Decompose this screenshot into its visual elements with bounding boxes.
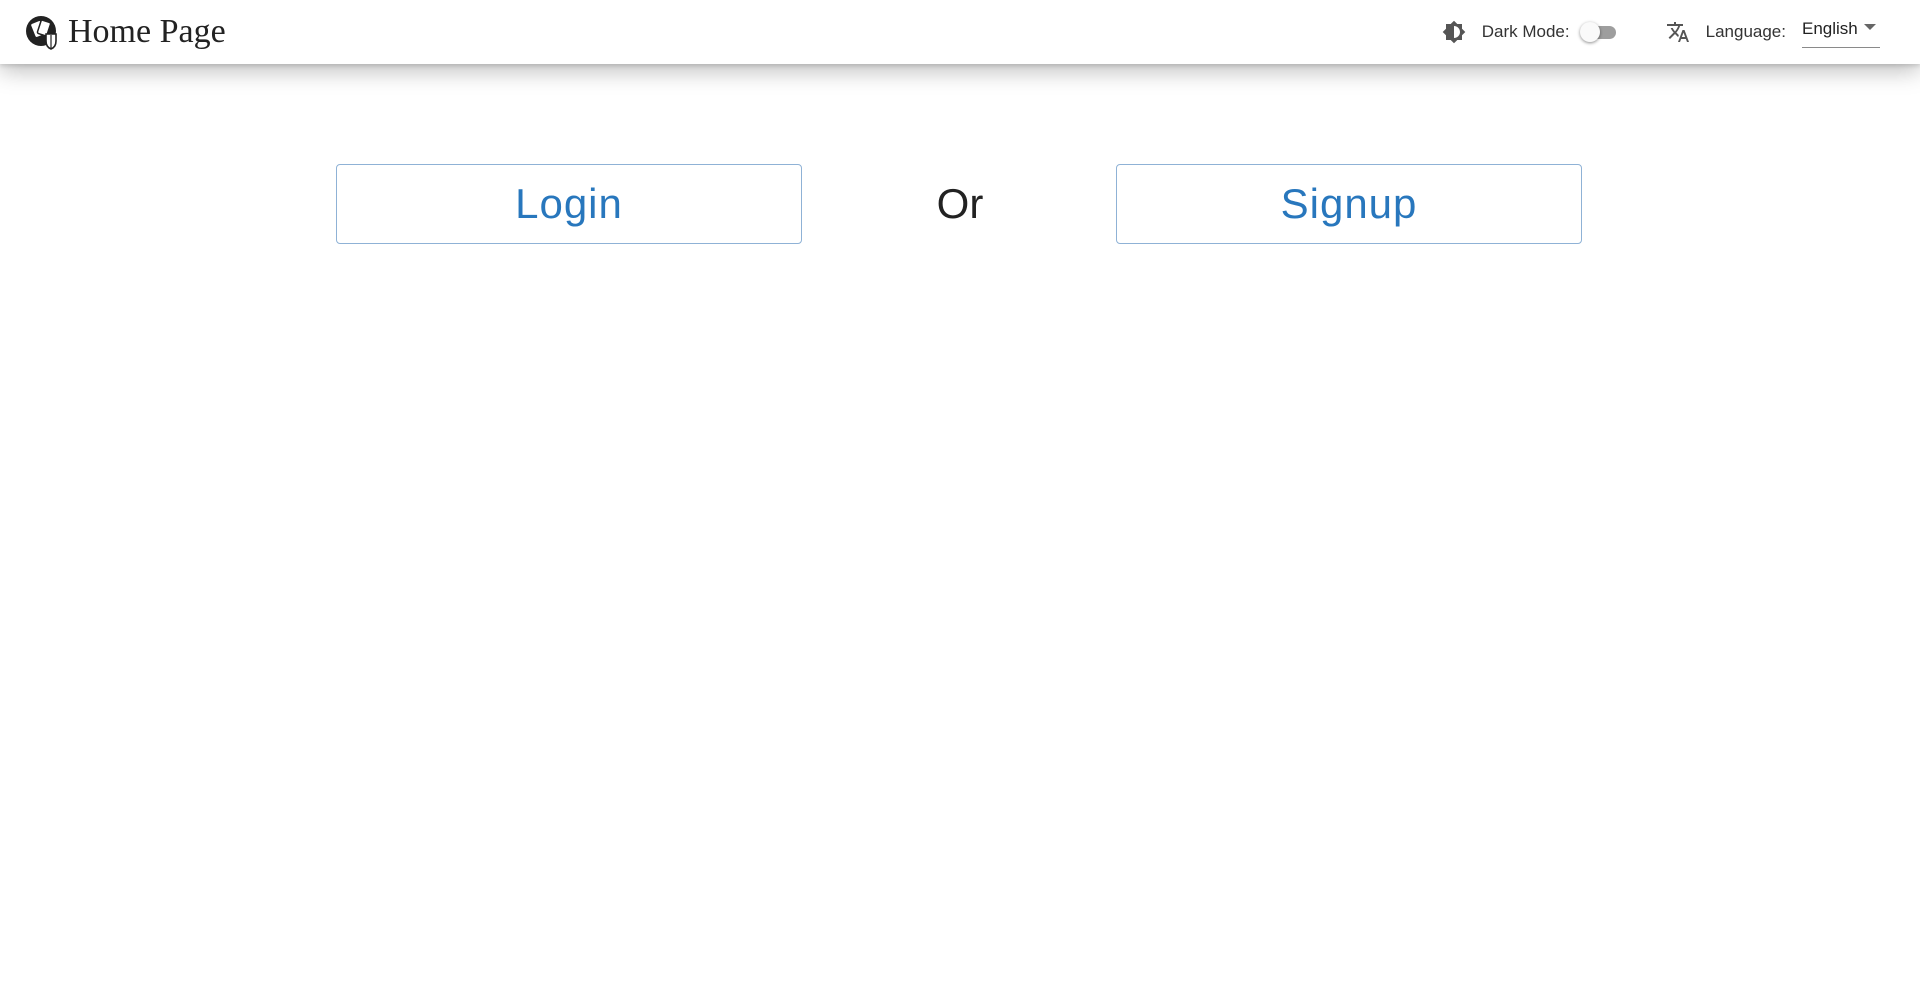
header-tools: Dark Mode: Language: English xyxy=(1440,0,1880,64)
page-title: Home Page xyxy=(68,13,226,50)
language-select[interactable]: English xyxy=(1802,17,1880,48)
brand[interactable]: Home Page xyxy=(24,0,226,64)
language-select-value: English xyxy=(1802,18,1858,38)
app-bar: Home Page Dark Mode: Language: English xyxy=(0,0,1920,64)
main-content: Login Or Signup xyxy=(0,64,1920,993)
dark-mode-toggle-thumb xyxy=(1579,22,1600,42)
dark-mode-label: Dark Mode: xyxy=(1481,22,1570,41)
brightness-icon xyxy=(1440,18,1468,46)
signup-button[interactable]: Signup xyxy=(1116,164,1582,244)
language-label: Language: xyxy=(1705,22,1786,41)
login-button[interactable]: Login xyxy=(336,164,802,244)
or-separator: Or xyxy=(936,180,984,227)
caret-down-icon xyxy=(1864,23,1876,30)
translate-icon xyxy=(1664,18,1692,46)
language-group: Language: English xyxy=(1664,17,1880,48)
dark-mode-toggle[interactable] xyxy=(1579,21,1618,43)
cards-logo-icon xyxy=(24,14,60,50)
